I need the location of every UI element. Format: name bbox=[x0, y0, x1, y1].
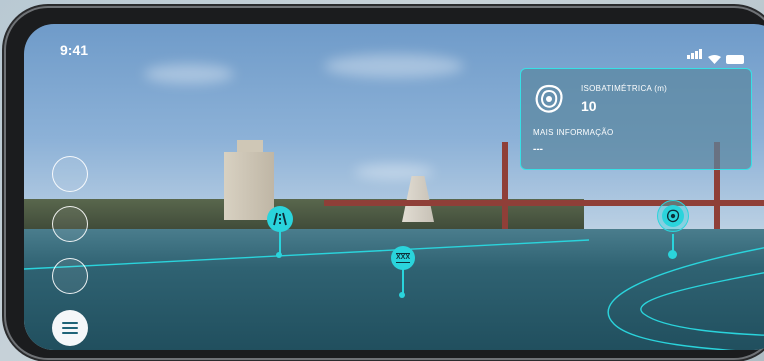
prohibited-zone-marker[interactable]: XXX bbox=[391, 246, 415, 270]
more-info-link[interactable]: MAIS INFORMAÇÃO bbox=[533, 128, 614, 137]
phone-frame: 9:41 ISOBATIMÉTRICA (m) 10 MAIS INFORMAÇ… bbox=[6, 8, 764, 358]
marker-anchor bbox=[668, 250, 677, 259]
isobath-contour-icon bbox=[535, 84, 563, 113]
marker-anchor bbox=[276, 252, 282, 258]
layer-toggle-3[interactable] bbox=[52, 258, 88, 294]
isobath-curve bbox=[640, 272, 764, 336]
card-title: ISOBATIMÉTRICA (m) bbox=[581, 84, 668, 93]
battery-icon bbox=[726, 55, 744, 64]
channel-line bbox=[24, 239, 590, 270]
signal-icon bbox=[687, 46, 703, 64]
layer-toggle-2[interactable] bbox=[52, 206, 88, 242]
layer-toggle-1[interactable] bbox=[52, 156, 88, 192]
status-icons bbox=[687, 46, 744, 64]
channel-lines-icon bbox=[273, 212, 287, 226]
channel-marker[interactable] bbox=[267, 206, 293, 232]
more-info-value: --- bbox=[533, 144, 543, 155]
isobath-marker[interactable] bbox=[657, 200, 689, 232]
hamburger-icon bbox=[62, 322, 78, 334]
xxx-icon: XXX bbox=[395, 253, 410, 263]
status-time: 9:41 bbox=[60, 42, 89, 58]
marker-anchor bbox=[399, 292, 405, 298]
menu-button[interactable] bbox=[52, 310, 88, 346]
isobath-contour-icon bbox=[666, 209, 680, 223]
isobath-info-card[interactable]: ISOBATIMÉTRICA (m) 10 MAIS INFORMAÇÃO --… bbox=[520, 68, 752, 170]
card-value: 10 bbox=[581, 98, 597, 114]
wifi-icon bbox=[708, 55, 721, 64]
ar-camera-view[interactable]: 9:41 ISOBATIMÉTRICA (m) 10 MAIS INFORMAÇ… bbox=[24, 24, 764, 350]
